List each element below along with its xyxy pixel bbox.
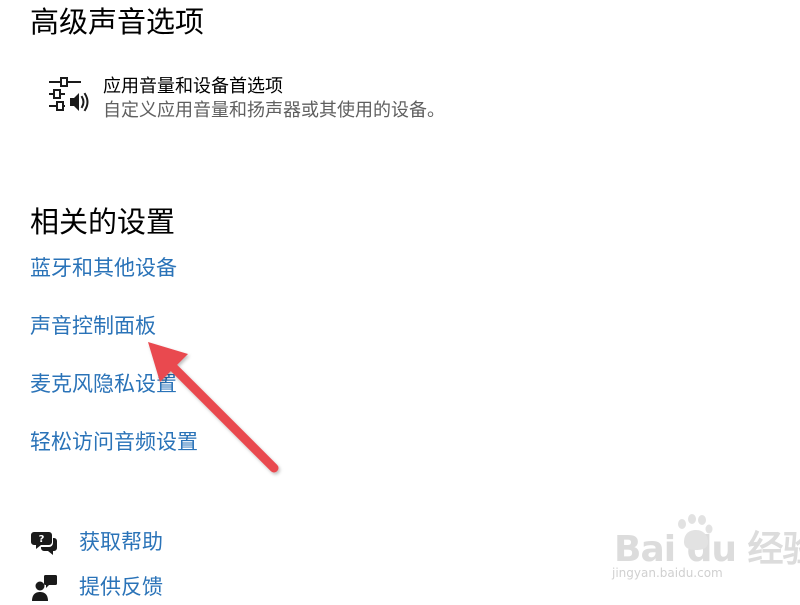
- get-help-link[interactable]: ? 获取帮助: [30, 526, 290, 560]
- baidu-jingyan-watermark: Bai du 经验 jingyan.baidu.com: [608, 512, 800, 584]
- advanced-sound-options-title: 高级声音选项: [30, 5, 205, 39]
- watermark-url: jingyan.baidu.com: [612, 566, 723, 580]
- feedback-person-icon: [32, 575, 57, 601]
- option-title: 应用音量和设备首选项: [103, 76, 283, 97]
- sliders-volume-icon: [49, 77, 89, 112]
- link-bluetooth-devices[interactable]: 蓝牙和其他设备: [30, 254, 177, 282]
- link-microphone-privacy[interactable]: 麦克风隐私设置: [30, 370, 177, 398]
- annotation-arrow-icon: [148, 342, 279, 473]
- give-feedback-label: 提供反馈: [79, 575, 163, 599]
- svg-text:?: ?: [39, 534, 45, 545]
- baidu-paw-icon: [678, 514, 713, 550]
- related-settings-title: 相关的设置: [30, 205, 176, 239]
- option-description: 自定义应用音量和扬声器或其使用的设备。: [103, 100, 445, 121]
- get-help-label: 获取帮助: [79, 530, 163, 554]
- chat-help-icon: ?: [31, 532, 57, 555]
- link-ease-of-access-audio[interactable]: 轻松访问音频设置: [30, 428, 198, 456]
- app-volume-device-preferences-option[interactable]: 应用音量和设备首选项 自定义应用音量和扬声器或其使用的设备。: [44, 70, 564, 126]
- link-sound-control-panel[interactable]: 声音控制面板: [30, 312, 156, 340]
